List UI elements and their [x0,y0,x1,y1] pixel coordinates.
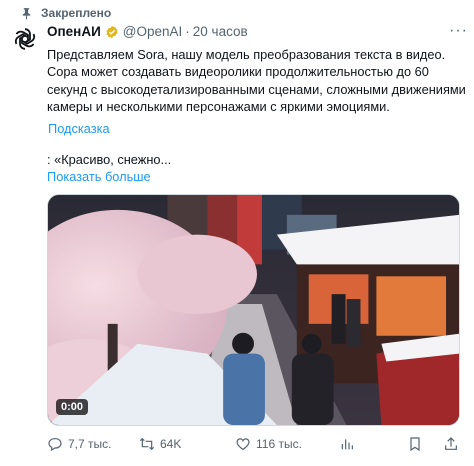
bookmark-icon [410,437,420,452]
avatar[interactable] [12,26,38,52]
reply-icon [48,438,62,452]
pinned-indicator: Закреплено [20,6,111,20]
video-thumbnail [48,195,459,425]
retweet-button[interactable]: 64K [139,436,181,452]
retweet-icon [139,437,155,451]
tweet-time[interactable]: 20 часов [193,24,248,39]
author-handle[interactable]: @OpenAI [123,24,182,39]
share-button[interactable] [443,436,459,452]
bookmark-button[interactable] [407,436,423,452]
verified-badge-icon [106,25,118,38]
tweet-header: ОпенАИ @OpenAI · 20 часов [47,24,464,39]
separator-dot: · [185,24,190,39]
openai-logo-icon [14,28,36,50]
heart-icon [236,438,250,451]
quote-text: : «Красиво, снежно... [47,152,172,167]
views-button[interactable] [339,436,355,452]
views-icon [341,439,353,450]
reply-count: 7,7 тыс. [68,437,112,451]
like-button[interactable]: 116 тыс. [235,436,302,452]
more-options-icon[interactable]: ··· [449,22,468,40]
share-icon [445,437,457,450]
video-player[interactable]: 0:00 [47,194,460,426]
action-bar: 7,7 тыс. 64K 116 тыс. [47,434,467,456]
reply-button[interactable]: 7,7 тыс. [47,436,111,452]
video-timestamp: 0:00 [56,399,89,415]
author-name[interactable]: ОпенАИ [47,24,101,39]
tweet-text: Представляем Sora, нашу модель преобразо… [47,47,466,114]
show-more-link[interactable]: Показать больше [47,169,151,184]
like-count: 116 тыс. [256,437,302,451]
pin-icon [22,7,31,19]
hint-link[interactable]: Подсказка [48,121,110,136]
pinned-label: Закреплено [41,6,112,20]
retweet-count: 64K [160,437,182,451]
